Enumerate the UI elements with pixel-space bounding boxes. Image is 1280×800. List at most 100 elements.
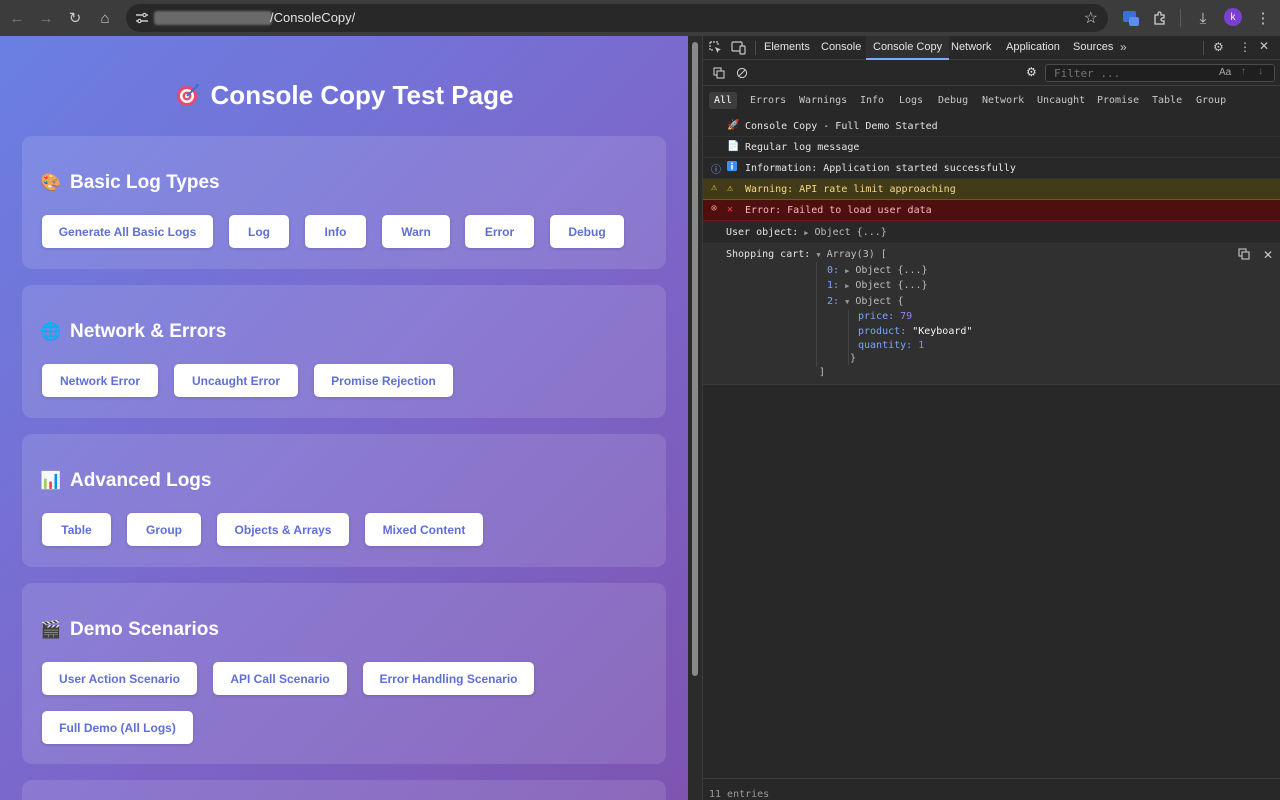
extensions-puzzle-icon[interactable]	[1149, 7, 1171, 29]
level-warnings[interactable]: Warnings	[799, 95, 847, 106]
level-debug[interactable]: Debug	[938, 95, 968, 106]
page-scrollbar-thumb[interactable]	[692, 42, 698, 676]
shopping-cart-log[interactable]	[703, 244, 1280, 384]
group-button[interactable]: Group	[127, 513, 201, 546]
section-basic-log-types: 🎨 Basic Log Types Generate All Basic Logs…	[22, 136, 666, 269]
tab-console[interactable]: Console	[821, 41, 861, 53]
clear-console-icon[interactable]	[736, 67, 748, 79]
cart-item-1[interactable]: 1: ▶ Object {...}	[827, 280, 928, 291]
table-button[interactable]: Table	[42, 513, 111, 546]
level-logs[interactable]: Logs	[899, 95, 923, 106]
match-case-toggle[interactable]: Aa	[1219, 67, 1231, 78]
api-call-scenario-button[interactable]: API Call Scenario	[213, 662, 347, 695]
promise-rejection-button[interactable]: Promise Rejection	[314, 364, 453, 397]
settings-gear-icon[interactable]: ⚙	[1213, 40, 1224, 54]
devtools-menu-icon[interactable]: ⋮	[1239, 40, 1251, 54]
web-page: Console Copy Test Page 🎨 Basic Log Types …	[0, 36, 688, 800]
tab-elements[interactable]: Elements	[764, 41, 810, 53]
filter-down-arrow-icon[interactable]: ↓	[1258, 66, 1263, 77]
target-icon	[175, 80, 201, 111]
reload-icon[interactable]: ↻	[64, 7, 86, 29]
device-toolbar-icon[interactable]	[731, 41, 747, 55]
level-network[interactable]: Network	[982, 95, 1024, 106]
profile-avatar[interactable]: k	[1224, 8, 1242, 26]
menu-kebab-icon[interactable]: ⋮	[1252, 7, 1274, 29]
section-title: 🎬 Demo Scenarios	[40, 619, 219, 640]
copy-entry-icon[interactable]	[1238, 248, 1250, 260]
log-button[interactable]: Log	[229, 215, 289, 248]
warning-emoji-icon: ⚠	[727, 183, 734, 194]
tab-divider	[755, 41, 756, 55]
level-uncaught[interactable]: Uncaught	[1037, 95, 1085, 106]
page-title: Console Copy Test Page	[0, 80, 688, 111]
objects-arrays-button[interactable]: Objects & Arrays	[217, 513, 349, 546]
forward-icon[interactable]: →	[35, 7, 57, 29]
prop-price: price: 79	[858, 311, 913, 322]
close-devtools-icon[interactable]: ✕	[1259, 39, 1269, 53]
close-array-bracket: ]	[819, 367, 826, 378]
bar-chart-icon: 📊	[40, 471, 62, 490]
section-title: 🎨 Basic Log Types	[40, 172, 220, 193]
log-entry-error[interactable]: ⊗ ✕ Error: Failed to load user data	[703, 200, 1280, 221]
tab-sources[interactable]: Sources	[1073, 41, 1113, 53]
more-tabs-chevron-icon[interactable]: »	[1120, 40, 1127, 54]
user-action-scenario-button[interactable]: User Action Scenario	[42, 662, 197, 695]
mixed-content-button[interactable]: Mixed Content	[365, 513, 483, 546]
log-entry[interactable]: 📄 Regular log message	[703, 137, 1280, 158]
cart-item-2[interactable]: 2: ▼ Object {	[827, 296, 904, 307]
level-table[interactable]: Table	[1152, 95, 1182, 106]
info-button[interactable]: Info	[305, 215, 366, 248]
section-title: 🌐 Network & Errors	[40, 321, 227, 342]
collapse-triangle-icon[interactable]: ▼	[816, 251, 820, 259]
devtools-tab-bar: Elements Console Console Copy Network Ap…	[703, 36, 1280, 60]
warn-button[interactable]: Warn	[382, 215, 450, 248]
uncaught-error-button[interactable]: Uncaught Error	[174, 364, 298, 397]
section-title: 📊 Advanced Logs	[40, 470, 212, 491]
back-icon[interactable]: ←	[6, 7, 28, 29]
error-handling-scenario-button[interactable]: Error Handling Scenario	[363, 662, 534, 695]
level-promise[interactable]: Promise	[1097, 95, 1139, 106]
extension-devtools-icon[interactable]	[1120, 7, 1142, 29]
copy-all-icon[interactable]	[713, 67, 725, 79]
section-advanced-logs: 📊 Advanced Logs Table Group Objects & Arr…	[22, 434, 666, 567]
level-all[interactable]: All	[709, 92, 738, 109]
filter-settings-gear-icon[interactable]: ⚙	[1026, 65, 1037, 79]
bookmark-star-icon[interactable]: ☆	[1084, 8, 1098, 28]
generate-all-basic-logs-button[interactable]: Generate All Basic Logs	[42, 215, 213, 248]
warning-icon: ⚠	[711, 182, 718, 193]
cart-item-0[interactable]: 0: ▶ Object {...}	[827, 265, 928, 276]
user-object-log[interactable]: User object: ▶ Object {...}	[726, 227, 887, 238]
error-circle-icon: ⊗	[711, 203, 718, 214]
prop-quantity: quantity: 1	[858, 340, 925, 351]
level-info[interactable]: Info	[860, 95, 884, 106]
level-errors[interactable]: Errors	[750, 95, 786, 106]
log-entry-warning[interactable]: ⚠ ⚠ Warning: API rate limit approaching	[703, 179, 1280, 200]
info-circle-icon: ⓘ	[711, 165, 721, 176]
clapper-board-icon: 🎬	[40, 620, 62, 639]
error-button[interactable]: Error	[465, 215, 534, 248]
cross-mark-icon: ✕	[727, 204, 734, 215]
inspect-element-icon[interactable]	[709, 41, 723, 55]
download-icon[interactable]: ⤓	[1192, 7, 1214, 29]
tab-console-copy[interactable]: Console Copy	[866, 36, 950, 60]
home-icon[interactable]: ⌂	[94, 7, 116, 29]
site-info-icon[interactable]	[134, 10, 150, 26]
cart-label: Shopping cart: ▼ Array(3) [	[726, 249, 887, 260]
log-divider	[703, 384, 1280, 385]
rocket-icon: 🚀	[727, 120, 740, 131]
section-network-errors: 🌐 Network & Errors Network Error Uncaught…	[22, 285, 666, 418]
log-entry[interactable]: 🚀 Console Copy - Full Demo Started	[703, 116, 1280, 137]
full-demo-button[interactable]: Full Demo (All Logs)	[42, 711, 193, 744]
tab-network[interactable]: Network	[951, 41, 991, 53]
redacted-host	[154, 11, 272, 25]
log-entry-info[interactable]: ⓘ Information: Application started succe…	[703, 158, 1280, 179]
debug-button[interactable]: Debug	[550, 215, 624, 248]
status-divider	[703, 778, 1280, 779]
tab-application[interactable]: Application	[1006, 41, 1060, 53]
network-error-button[interactable]: Network Error	[42, 364, 158, 397]
address-bar[interactable]: /ConsoleCopy/ ☆	[126, 4, 1108, 32]
close-entry-icon[interactable]: ✕	[1263, 248, 1273, 262]
expand-triangle-icon[interactable]: ▶	[804, 229, 808, 237]
filter-up-arrow-icon[interactable]: ↑	[1241, 66, 1246, 77]
level-group[interactable]: Group	[1196, 95, 1226, 106]
